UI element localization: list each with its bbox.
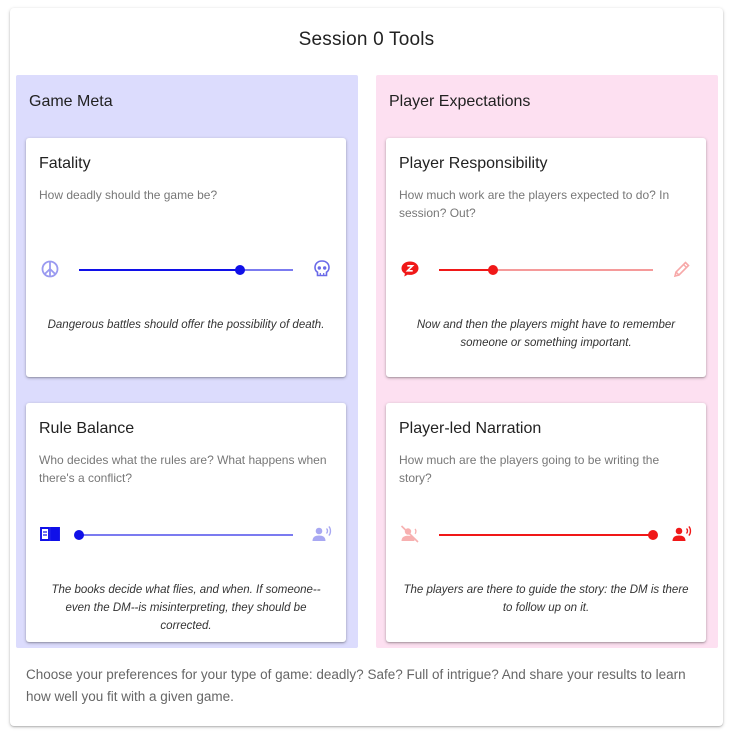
card-title: Rule Balance (39, 420, 135, 437)
slider-rest (492, 269, 653, 271)
card-question: How deadly should the game be? (39, 188, 218, 202)
fatality-slider (26, 255, 346, 285)
slider-track[interactable] (439, 530, 658, 540)
card-description: Now and then the players might have to r… (416, 319, 676, 349)
card-player-responsibility: Player Responsibility How much work are … (386, 138, 706, 377)
slider-thumb[interactable] (487, 265, 498, 275)
speaking-person-icon[interactable] (671, 523, 693, 545)
column-player-expectations: Player Expectations Player Responsibilit… (376, 75, 718, 648)
card-description: The players are there to guide the story… (403, 584, 689, 614)
slider-thumb[interactable] (648, 530, 658, 540)
card-description: The books decide what flies, and when. I… (51, 584, 321, 632)
slider-track[interactable] (74, 530, 293, 540)
card-rule-balance: Rule Balance Who decides what the rules … (26, 403, 346, 642)
slider-thumb[interactable] (74, 530, 84, 540)
card-player-led-narration: Player-led Narration How much are the pl… (386, 403, 706, 642)
page-title: Session 0 Tools (298, 29, 435, 50)
slider-fill (439, 534, 653, 536)
slider-track[interactable] (79, 265, 293, 275)
card-question: How much work are the players expected t… (399, 188, 670, 220)
card-fatality: Fatality How deadly should the game be? … (26, 138, 346, 377)
card-title: Player-led Narration (399, 420, 542, 437)
slider-track[interactable] (439, 265, 653, 275)
skull-icon[interactable] (311, 258, 333, 280)
card-question: How much are the players going to be wri… (399, 453, 660, 485)
slider-fill (439, 269, 493, 271)
card-title: Player Responsibility (399, 155, 548, 172)
open-book-icon[interactable] (39, 523, 61, 545)
rule-balance-slider (26, 520, 346, 550)
voice-off-icon[interactable] (399, 523, 421, 545)
session-zero-panel: Session 0 Tools Game Meta Fatality How d… (10, 8, 723, 726)
slider-fill (79, 269, 240, 271)
card-title: Fatality (39, 155, 91, 172)
slider-rest (79, 534, 293, 536)
player-led-narration-slider (386, 520, 706, 550)
player-responsibility-slider (386, 255, 706, 285)
column-title: Player Expectations (389, 93, 531, 110)
card-description: Dangerous battles should offer the possi… (47, 319, 325, 331)
speaking-person-icon[interactable] (311, 523, 333, 545)
slider-thumb[interactable] (234, 265, 245, 275)
sleep-bubble-icon[interactable] (399, 258, 421, 280)
pencil-icon[interactable] (671, 258, 693, 280)
slider-rest (239, 269, 293, 271)
column-game-meta: Game Meta Fatality How deadly should the… (16, 75, 358, 648)
footer-description: Choose your preferences for your type of… (26, 667, 686, 704)
card-question: Who decides what the rules are? What hap… (39, 453, 327, 485)
column-title: Game Meta (29, 93, 113, 110)
peace-icon[interactable] (39, 258, 61, 280)
